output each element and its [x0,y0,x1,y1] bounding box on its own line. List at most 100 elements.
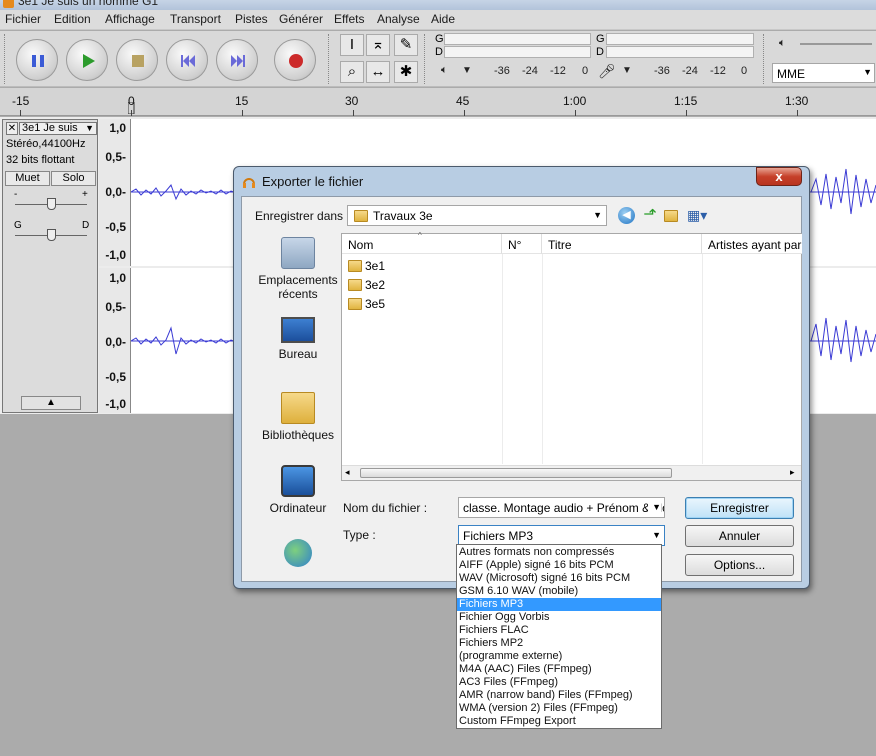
ruler-tick [353,110,354,116]
menu-affichage[interactable]: Affichage [105,12,155,26]
microphone-icon[interactable]: 🎤︎ [598,63,616,80]
folder-icon [348,279,362,291]
place-libraries[interactable]: Bibliothèques [250,392,346,442]
type-option[interactable]: AIFF (Apple) signé 16 bits PCM [457,559,661,572]
menu-transport[interactable]: Transport [170,12,221,26]
solo-button[interactable]: Solo [51,171,96,186]
type-dropdown-list[interactable]: Autres formats non compressés AIFF (Appl… [456,544,662,729]
menu-analyse[interactable]: Analyse [377,12,420,26]
vertical-ruler-channel-2: 1,0 0,5- 0,0- -0,5 -1,0 [99,268,131,413]
type-option[interactable]: Custom FFmpeg Export [457,715,661,728]
column-name-label: Nom [348,238,374,252]
collapse-track-button[interactable]: ▲ [21,396,81,410]
vruler-label: -0,5 [105,370,126,384]
save-in-select[interactable]: Travaux 3e ▼ [347,205,607,226]
folder-icon [348,260,362,272]
type-option[interactable]: WMA (version 2) Files (FFmpeg) [457,702,661,715]
scroll-right-icon[interactable]: ▸ [790,467,795,478]
track-name: 3e1 Je suis [22,122,78,134]
type-option[interactable]: GSM 6.10 WAV (mobile) [457,585,661,598]
toolbar-grip[interactable] [4,34,8,84]
track-name-button[interactable]: 3e1 Je suis ▼ [19,122,97,135]
back-icon[interactable]: ◀ [618,207,635,224]
toolbar-grip-2[interactable] [328,34,332,84]
type-option-selected[interactable]: Fichiers MP3 [457,598,661,611]
view-menu-icon[interactable]: ▦▾ [687,206,713,224]
pan-slider-thumb[interactable] [47,229,56,241]
type-option[interactable]: Fichier Ogg Vorbis [457,611,661,624]
type-option[interactable]: AC3 Files (FFmpeg) [457,676,661,689]
horizontal-scrollbar[interactable]: ◂ ▸ [342,465,801,480]
column-divider [702,254,703,464]
skip-end-icon [231,55,245,67]
timeshift-tool-icon[interactable]: ↔ [366,61,390,83]
column-name[interactable]: Nom ^ [342,231,502,254]
record-button[interactable] [274,39,316,81]
save-button[interactable]: Enregistrer [685,497,794,519]
menu-effets[interactable]: Effets [334,12,364,26]
toolbar-grip-4[interactable] [763,34,767,84]
filename-input[interactable]: classe. Montage audio + Prénom & Nom ▼ [458,497,665,518]
mute-button[interactable]: Muet [5,171,50,186]
envelope-tool-icon[interactable]: ⌅ [366,34,390,56]
skip-start-button[interactable] [166,39,208,81]
new-folder-icon[interactable] [664,206,682,224]
column-title[interactable]: Titre [542,234,702,254]
vruler-label: 0,0- [105,335,126,349]
speaker-icon[interactable]: 🔈︎ [441,64,448,77]
menu-fichier[interactable]: Fichier [5,12,41,26]
toolbar-grip-3[interactable] [424,34,428,84]
track-info-rate: Stéréo,44100Hz [6,138,86,150]
type-option[interactable]: Fichiers FLAC [457,624,661,637]
volume-slider[interactable] [800,43,872,45]
draw-tool-icon[interactable]: ✎ [394,34,418,56]
play-button[interactable] [66,39,108,81]
list-item[interactable]: 3e5 [348,297,385,315]
skip-end-button[interactable] [216,39,258,81]
type-select[interactable]: Fichiers MP3 ▼ [458,525,665,546]
gain-minus-label: - [14,189,18,200]
chevron-down-icon[interactable]: ▼ [462,65,472,76]
multi-tool-icon[interactable]: ✱ [394,61,418,83]
pause-button[interactable] [16,39,58,81]
menu-edition[interactable]: Edition [54,12,91,26]
column-artists[interactable]: Artistes ayant par [702,234,802,254]
track-close-button[interactable]: ✕ [6,122,18,135]
list-item[interactable]: 3e2 [348,278,385,296]
place-desktop[interactable]: Bureau [250,317,346,361]
menu-aide[interactable]: Aide [431,12,455,26]
timeline-ruler[interactable]: -15 0 15 30 45 1:00 1:15 1:30 [0,88,876,116]
ruler-label: 30 [345,94,359,108]
scrollbar-thumb[interactable] [360,468,672,478]
playhead-marker-icon[interactable] [128,102,136,114]
type-option[interactable]: Autres formats non compressés [457,546,661,559]
column-number[interactable]: N° [502,234,542,254]
selection-tool-icon[interactable]: I [340,34,364,56]
scroll-left-icon[interactable]: ◂ [345,467,350,478]
type-option[interactable]: AMR (narrow band) Files (FFmpeg) [457,689,661,702]
cancel-button[interactable]: Annuler [685,525,794,547]
dialog-body: Enregistrer dans : Travaux 3e ▼ ◀ ⬏ ▦▾ E… [241,196,802,582]
menu-generer[interactable]: Générer [279,12,323,26]
type-option[interactable]: M4A (AAC) Files (FFmpeg) [457,663,661,676]
type-option[interactable]: Fichiers MP2 [457,637,661,650]
audio-host-select[interactable]: MME ▼ [772,63,875,83]
gain-slider-thumb[interactable] [47,198,56,210]
type-option[interactable]: (programme externe) [457,650,661,663]
up-folder-icon[interactable]: ⬏ [641,206,659,224]
place-recent[interactable]: Emplacements récents [250,237,346,301]
menu-bar: Fichier Edition Affichage Transport Pist… [0,10,876,30]
options-button[interactable]: Options... [685,554,794,576]
place-network[interactable] [250,539,346,571]
column-artists-label: Artistes ayant par [708,238,802,252]
stop-button[interactable] [116,39,158,81]
place-computer[interactable]: Ordinateur [250,465,346,515]
type-option[interactable]: WAV (Microsoft) signé 16 bits PCM [457,572,661,585]
menu-pistes[interactable]: Pistes [235,12,268,26]
filename-value: classe. Montage audio + Prénom & Nom [463,501,665,515]
dialog-close-button[interactable]: x [756,167,802,186]
chevron-down-icon[interactable]: ▼ [622,65,632,76]
file-list[interactable]: Nom ^ N° Titre Artistes ayant par 3e1 3e2… [341,231,802,481]
list-item[interactable]: 3e1 [348,259,385,277]
zoom-tool-icon[interactable]: ⌕ [340,61,364,83]
